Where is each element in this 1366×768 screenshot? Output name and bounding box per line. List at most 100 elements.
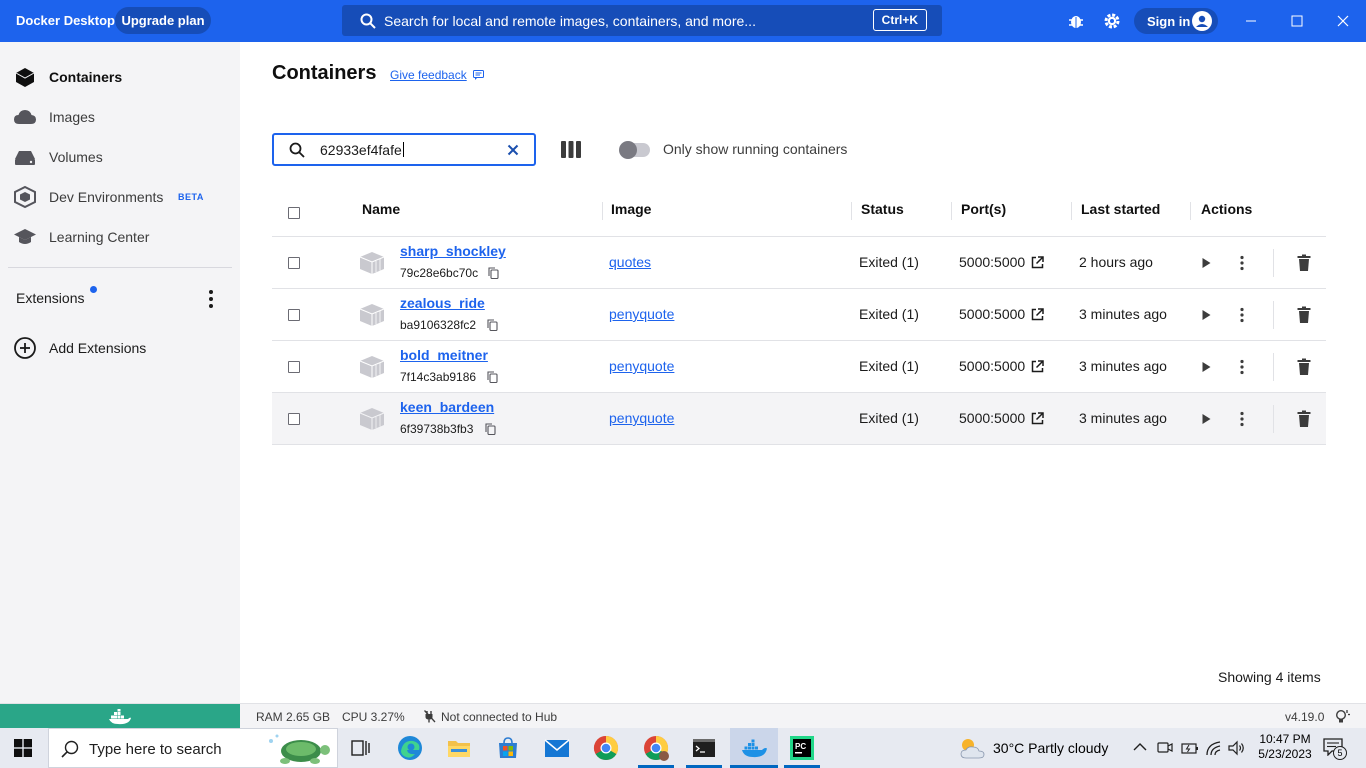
column-header-image[interactable]: Image	[611, 201, 651, 217]
trash-icon[interactable]	[1296, 410, 1312, 428]
sidebar-item-volumes[interactable]: Volumes	[0, 139, 240, 175]
more-actions-icon[interactable]	[1233, 254, 1251, 272]
wifi-icon[interactable]	[1205, 740, 1223, 756]
table-row[interactable]: keen_bardeen 6f39738b3fb3 penyquote Exit…	[272, 393, 1326, 445]
mail-icon[interactable]	[543, 734, 571, 762]
row-checkbox[interactable]	[288, 309, 300, 321]
play-icon[interactable]	[1198, 359, 1214, 375]
more-actions-icon[interactable]	[1233, 358, 1251, 376]
system-clock[interactable]: 10:47 PM 5/23/2023	[1255, 732, 1315, 762]
open-external-icon[interactable]	[1031, 308, 1044, 321]
sidebar: Containers Images Volumes Dev Environmen…	[0, 42, 240, 703]
image-link[interactable]: quotes	[609, 254, 651, 270]
volume-speaker-icon[interactable]	[1228, 740, 1246, 756]
running-only-toggle[interactable]	[619, 141, 650, 159]
settings-gear-icon[interactable]	[1103, 12, 1121, 30]
more-actions-icon[interactable]	[1233, 306, 1251, 324]
container-search-input[interactable]: 62933ef4fafe	[272, 133, 536, 166]
sidebar-item-images[interactable]: Images	[0, 99, 240, 135]
give-feedback-link[interactable]: Give feedback	[390, 68, 467, 82]
engine-status-cell[interactable]	[0, 704, 240, 729]
notifications-button[interactable]: 5	[1323, 738, 1347, 760]
table-row[interactable]: zealous_ride ba9106328fc2 penyquote Exit…	[272, 289, 1326, 341]
column-header-status[interactable]: Status	[861, 201, 904, 217]
copy-icon[interactable]	[487, 319, 498, 331]
select-all-checkbox[interactable]	[288, 207, 300, 219]
port-mapping[interactable]: 5000:5000	[959, 410, 1025, 426]
copy-icon[interactable]	[485, 423, 496, 435]
container-name-link[interactable]: keen_bardeen	[400, 399, 494, 415]
maximize-icon[interactable]	[1286, 10, 1308, 32]
column-header-ports[interactable]: Port(s)	[961, 201, 1006, 217]
minimize-icon[interactable]	[1240, 10, 1262, 32]
row-checkbox[interactable]	[288, 361, 300, 373]
image-link[interactable]: penyquote	[609, 410, 674, 426]
table-row[interactable]: sharp_shockley 79c28e6bc70c quotes Exite…	[272, 237, 1326, 289]
sidebar-item-learning-center[interactable]: Learning Center	[0, 219, 240, 255]
meet-now-icon[interactable]	[1157, 739, 1173, 757]
terminal-icon[interactable]	[690, 734, 718, 762]
close-icon[interactable]	[1332, 10, 1354, 32]
status-bar: RAM 2.65 GB CPU 3.27% Not connected to H…	[0, 703, 1366, 729]
open-external-icon[interactable]	[1031, 412, 1044, 425]
copy-icon[interactable]	[488, 267, 499, 279]
image-link[interactable]: penyquote	[609, 358, 674, 374]
task-view-icon[interactable]	[346, 734, 374, 762]
windows-taskbar: Type here to search PC 30°C Partly cloud…	[0, 728, 1366, 768]
container-name-link[interactable]: sharp_shockley	[400, 243, 506, 259]
row-checkbox[interactable]	[288, 257, 300, 269]
extensions-more-icon[interactable]	[200, 288, 222, 310]
more-actions-icon[interactable]	[1233, 410, 1251, 428]
battery-icon[interactable]	[1181, 740, 1199, 756]
play-icon[interactable]	[1198, 411, 1214, 427]
taskbar-search-box[interactable]: Type here to search	[48, 728, 338, 768]
pycharm-icon[interactable]: PC	[788, 734, 816, 762]
add-extensions-button[interactable]: Add Extensions	[0, 330, 240, 366]
sign-in-button[interactable]: Sign in	[1134, 8, 1218, 34]
last-started: 3 minutes ago	[1079, 410, 1167, 426]
table-row[interactable]: bold_meitner 7f14c3ab9186 penyquote Exit…	[272, 341, 1326, 393]
windows-start-icon[interactable]	[14, 739, 32, 757]
sidebar-divider	[8, 267, 232, 268]
copy-icon[interactable]	[487, 371, 498, 383]
column-header-actions: Actions	[1201, 201, 1253, 217]
main-content: Containers Give feedback 62933ef4fafe On…	[240, 42, 1366, 703]
items-count: Showing 4 items	[1218, 669, 1321, 685]
clear-search-icon[interactable]	[506, 143, 520, 157]
bug-icon[interactable]	[1067, 12, 1085, 30]
columns-icon[interactable]	[561, 141, 581, 158]
column-header-name[interactable]: Name	[362, 201, 400, 217]
tips-lightbulb-icon[interactable]	[1334, 709, 1350, 724]
chevron-up-icon[interactable]	[1133, 742, 1147, 752]
search-icon	[61, 740, 79, 758]
chrome-icon[interactable]	[592, 734, 620, 762]
edge-browser-icon[interactable]	[396, 734, 424, 762]
column-header-last-started[interactable]: Last started	[1081, 201, 1160, 217]
docker-icon[interactable]	[740, 734, 768, 762]
feedback-icon[interactable]	[473, 70, 484, 80]
port-mapping[interactable]: 5000:5000	[959, 358, 1025, 374]
port-mapping[interactable]: 5000:5000	[959, 254, 1025, 270]
container-name-link[interactable]: bold_meitner	[400, 347, 488, 363]
upgrade-plan-button[interactable]: Upgrade plan	[115, 7, 211, 34]
trash-icon[interactable]	[1296, 358, 1312, 376]
open-external-icon[interactable]	[1031, 360, 1044, 373]
container-name-link[interactable]: zealous_ride	[400, 295, 485, 311]
trash-icon[interactable]	[1296, 254, 1312, 272]
disconnected-plug-icon	[424, 710, 436, 723]
image-link[interactable]: penyquote	[609, 306, 674, 322]
weather-text[interactable]: 30°C Partly cloudy	[993, 740, 1108, 756]
user-avatar-icon	[1192, 11, 1212, 31]
open-external-icon[interactable]	[1031, 256, 1044, 269]
play-icon[interactable]	[1198, 255, 1214, 271]
chrome-profile-icon[interactable]	[642, 734, 670, 762]
trash-icon[interactable]	[1296, 306, 1312, 324]
sidebar-item-dev-environments[interactable]: Dev Environments BETA	[0, 179, 240, 215]
sidebar-item-containers[interactable]: Containers	[0, 59, 240, 95]
microsoft-store-icon[interactable]	[494, 734, 522, 762]
row-checkbox[interactable]	[288, 413, 300, 425]
port-mapping[interactable]: 5000:5000	[959, 306, 1025, 322]
file-explorer-icon[interactable]	[445, 734, 473, 762]
play-icon[interactable]	[1198, 307, 1214, 323]
global-search-bar[interactable]: Search for local and remote images, cont…	[342, 5, 942, 36]
